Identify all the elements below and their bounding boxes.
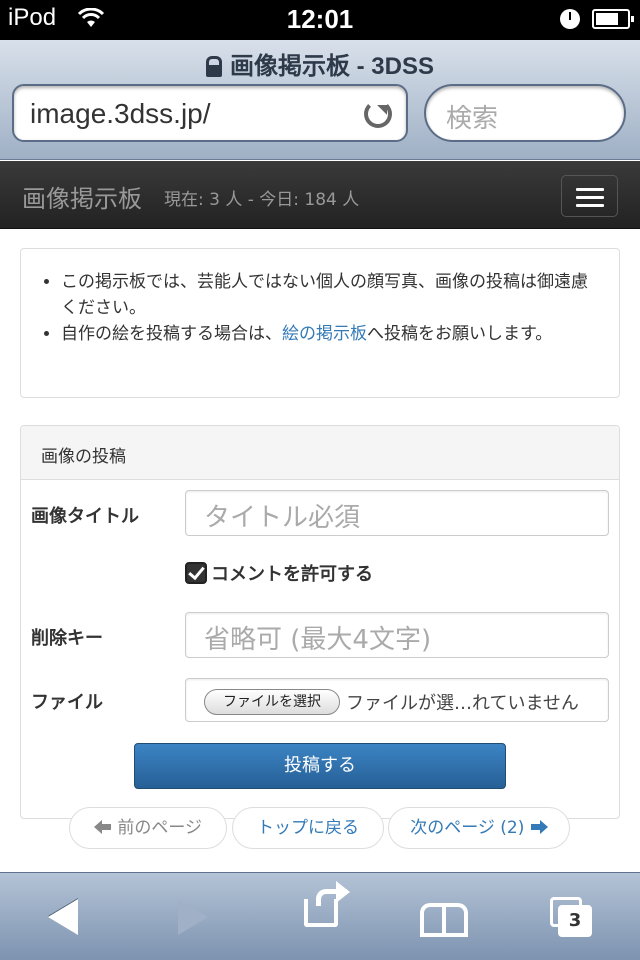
post-form-panel: 画像の投稿 画像タイトル タイトル必須 コメントを許可する 削除キー 省略可 (… xyxy=(20,425,620,819)
prev-page-label: 前のページ xyxy=(117,818,203,838)
hamburger-icon xyxy=(576,188,604,191)
hamburger-icon-line xyxy=(576,204,604,207)
back-arrow-icon[interactable] xyxy=(48,899,78,935)
browser-top-bar: 画像掲示板 - 3DSS image.3dss.jp/ 検索 xyxy=(0,40,640,160)
address-url: image.3dss.jp/ xyxy=(30,98,211,129)
share-arrow-icon xyxy=(336,881,350,903)
browser-bottom-toolbar: 3 xyxy=(0,872,640,960)
status-bar: iPod 12:01 xyxy=(0,0,640,40)
title-placeholder: タイトル必須 xyxy=(204,503,361,533)
battery-icon xyxy=(592,9,634,29)
menu-toggle-button[interactable] xyxy=(561,175,618,217)
forward-arrow-icon[interactable] xyxy=(178,899,208,935)
lock-icon xyxy=(205,56,222,77)
allow-comment-checkbox[interactable] xyxy=(185,562,207,584)
reload-icon[interactable] xyxy=(364,100,392,128)
title-input[interactable]: タイトル必須 xyxy=(185,490,609,536)
back-to-top-button[interactable]: トップに戻る xyxy=(232,807,384,849)
arrow-right-icon xyxy=(530,820,548,834)
visitor-stats: 現在: 3 人 - 今日: 184 人 xyxy=(164,190,360,210)
arrow-left-icon xyxy=(93,820,112,834)
post-form-heading: 画像の投稿 xyxy=(41,447,126,467)
clock-time: 12:01 xyxy=(286,4,354,34)
bookmarks-icon[interactable] xyxy=(420,903,468,937)
notice-panel: この掲示板では、芸能人ではない個人の顔写真、画像の投稿は御遠慮ください。 自作の… xyxy=(20,248,620,398)
allow-comment-label: コメントを許可する xyxy=(211,564,373,585)
address-bar[interactable]: image.3dss.jp/ xyxy=(12,84,408,142)
site-brand[interactable]: 画像掲示板 xyxy=(22,179,142,214)
delete-key-label: 削除キー xyxy=(31,628,103,649)
search-field[interactable]: 検索 xyxy=(424,84,626,142)
allow-comment-row[interactable]: コメントを許可する xyxy=(185,560,373,586)
prev-page-button[interactable]: 前のページ xyxy=(69,807,227,849)
site-navbar: 画像掲示板 現在: 3 人 - 今日: 184 人 xyxy=(0,161,640,229)
tabs-count-badge[interactable]: 3 xyxy=(558,905,592,937)
notice-text: 自作の絵を投稿する場合は、 xyxy=(61,324,282,344)
share-icon[interactable] xyxy=(304,889,347,927)
file-input[interactable]: ファイルを選択 ファイルが選…れていません xyxy=(185,678,609,722)
search-placeholder: 検索 xyxy=(446,104,499,134)
title-label: 画像タイトル xyxy=(31,506,139,527)
notice-list: この掲示板では、芸能人ではない個人の顔写真、画像の投稿は御遠慮ください。 自作の… xyxy=(61,269,601,347)
file-status-text: ファイルが選…れていません xyxy=(346,693,579,714)
alarm-clock-icon xyxy=(560,9,580,29)
illustration-board-link[interactable]: 絵の掲示板 xyxy=(282,324,367,344)
notice-item: 自作の絵を投稿する場合は、絵の掲示板へ投稿をお願いします。 xyxy=(61,321,601,347)
delete-key-placeholder: 省略可 (最大4文字) xyxy=(204,625,432,655)
notice-text: へ投稿をお願いします。 xyxy=(367,324,553,344)
post-form-header: 画像の投稿 xyxy=(21,426,619,480)
hamburger-icon-line xyxy=(576,196,604,199)
choose-file-button[interactable]: ファイルを選択 xyxy=(204,689,340,715)
notice-item: この掲示板では、芸能人ではない個人の顔写真、画像の投稿は御遠慮ください。 xyxy=(61,269,601,321)
next-page-button[interactable]: 次のページ (2) xyxy=(388,807,570,849)
page-title: 画像掲示板 - 3DSS xyxy=(0,46,640,81)
delete-key-input[interactable]: 省略可 (最大4文字) xyxy=(185,612,609,658)
back-to-top-label: トップに戻る xyxy=(257,818,359,838)
next-page-label: 次のページ (2) xyxy=(410,818,525,838)
file-label: ファイル xyxy=(31,692,103,713)
page-title-text: 画像掲示板 - 3DSS xyxy=(229,53,435,80)
submit-button[interactable]: 投稿する xyxy=(134,743,506,789)
